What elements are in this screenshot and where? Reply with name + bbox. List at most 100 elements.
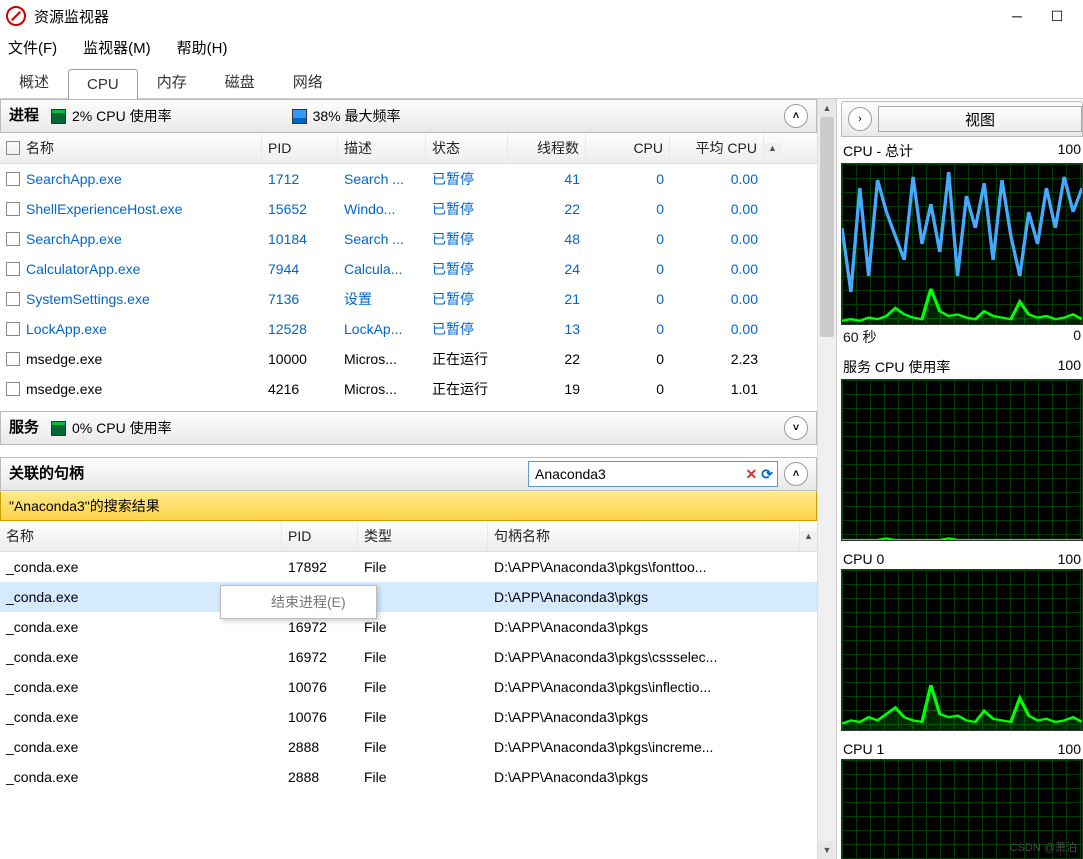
proc-desc: Windo... [338,197,426,221]
tab-memory[interactable]: 内存 [138,64,206,98]
table-row[interactable]: _conda.exe 2888 File D:\APP\Anaconda3\pk… [0,762,817,792]
table-row[interactable]: _conda.exe 17892 File D:\APP\Anaconda3\p… [0,552,817,582]
row-checkbox[interactable] [6,202,20,216]
handle-scroll-up[interactable]: ▲ [800,531,817,541]
clear-search-icon[interactable]: ✕ [746,458,758,490]
app-icon [6,6,26,26]
proc-name: msedge.exe [26,381,102,397]
row-checkbox[interactable] [6,172,20,186]
col-avg-cpu[interactable]: 平均 CPU [670,134,764,162]
table-row[interactable]: SystemSettings.exe 7136 设置 已暂停 21 0 0.00 [0,284,817,314]
proc-name: msedge.exe [26,351,102,367]
proc-avg: 0.00 [670,167,764,191]
proc-desc: Search ... [338,227,426,251]
col-threads[interactable]: 线程数 [508,134,586,162]
proc-threads: 24 [508,257,586,281]
proc-threads: 41 [508,167,586,191]
collapse-processes-button[interactable]: ˄ [784,104,808,128]
col-status[interactable]: 状态 [426,134,508,162]
title-bar: 资源监视器 ─ ☐ [0,0,1083,32]
scroll-up-icon[interactable]: ▲ [818,99,836,117]
table-row[interactable]: ShellExperienceHost.exe 15652 Windo... 已… [0,194,817,224]
col-cpu[interactable]: CPU [586,136,670,160]
handle-type: File [358,555,488,579]
proc-status: 正在运行 [426,345,508,373]
handles-header[interactable]: 关联的句柄 ✕ ⟳ ˄ [0,457,817,491]
table-row[interactable]: SearchApp.exe 1712 Search ... 已暂停 41 0 0… [0,164,817,194]
row-checkbox[interactable] [6,382,20,396]
chart-max: 100 [1058,741,1081,757]
proc-threads: 19 [508,377,586,401]
row-checkbox[interactable] [6,322,20,336]
proc-status: 已暂停 [426,285,508,313]
services-header[interactable]: 服务 0% CPU 使用率 ˅ [0,411,817,445]
col-pid[interactable]: PID [262,136,338,160]
table-row[interactable]: msedge.exe 10000 Micros... 正在运行 22 0 2.2… [0,344,817,374]
menu-monitor[interactable]: 监视器(M) [77,35,157,60]
proc-cpu: 0 [586,317,670,341]
handle-path: D:\APP\Anaconda3\pkgs [488,615,800,639]
row-checkbox[interactable] [6,352,20,366]
table-row[interactable]: _conda.exe 2888 File D:\APP\Anaconda3\pk… [0,732,817,762]
row-checkbox[interactable] [6,262,20,276]
tab-overview[interactable]: 概述 [0,64,68,98]
tab-cpu[interactable]: CPU [68,69,138,99]
proc-cpu: 0 [586,287,670,311]
hcol-type[interactable]: 类型 [358,522,488,550]
left-scrollbar[interactable]: ▲ ▼ [817,99,836,859]
hcol-handle[interactable]: 句柄名称 [488,522,800,550]
menu-help[interactable]: 帮助(H) [171,35,234,60]
handle-name: _conda.exe [0,735,282,759]
menu-file[interactable]: 文件(F) [2,35,63,60]
end-process-item[interactable]: 结束进程(E) [271,594,346,610]
handle-path: D:\APP\Anaconda3\pkgs\increme... [488,735,800,759]
view-collapse-button[interactable]: › [848,107,872,131]
hcol-pid[interactable]: PID [282,524,358,548]
processes-header[interactable]: 进程 2% CPU 使用率 38% 最大频率 ˄ [0,99,817,133]
tab-network[interactable]: 网络 [274,64,342,98]
table-row[interactable]: SearchApp.exe 10184 Search ... 已暂停 48 0 … [0,224,817,254]
table-row[interactable]: _conda.exe 16972 File D:\APP\Anaconda3\p… [0,612,817,642]
col-desc[interactable]: 描述 [338,134,426,162]
maximize-button[interactable]: ☐ [1037,2,1077,30]
proc-threads: 48 [508,227,586,251]
row-checkbox[interactable] [6,232,20,246]
proc-cpu: 0 [586,197,670,221]
view-button[interactable]: 视图 [878,106,1082,132]
col-name[interactable]: 名称 [26,138,54,158]
processes-body: SearchApp.exe 1712 Search ... 已暂停 41 0 0… [0,164,817,405]
handle-type: File [358,735,488,759]
proc-cpu: 0 [586,257,670,281]
handles-search-input[interactable] [533,465,742,483]
context-menu[interactable]: 结束进程(E) [220,585,377,619]
table-row[interactable]: _conda.exe 10076 File D:\APP\Anaconda3\p… [0,702,817,732]
table-row[interactable]: _conda.exe 16972 File D:\APP\Anaconda3\p… [0,642,817,672]
handle-type: File [358,615,488,639]
minimize-button[interactable]: ─ [997,2,1037,30]
chart-name: 服务 CPU 使用率 [843,357,950,377]
select-all-checkbox[interactable] [6,141,20,155]
expand-services-button[interactable]: ˅ [784,416,808,440]
table-row[interactable]: msedge.exe 4216 Micros... 正在运行 19 0 1.01 [0,374,817,404]
proc-status: 已暂停 [426,165,508,193]
chart-canvas [841,569,1083,731]
search-icon[interactable]: ⟳ [761,458,773,490]
menu-bar: 文件(F) 监视器(M) 帮助(H) [0,32,1083,62]
row-checkbox[interactable] [6,292,20,306]
processes-title: 进程 [9,100,39,132]
proc-status: 已暂停 [426,225,508,253]
table-row[interactable]: CalculatorApp.exe 7944 Calcula... 已暂停 24… [0,254,817,284]
hcol-name[interactable]: 名称 [0,522,282,550]
max-freq-icon [292,109,307,124]
proc-desc: Micros... [338,347,426,371]
proc-scroll-up[interactable]: ▲ [764,143,781,153]
table-row[interactable]: _conda.exe D:\APP\Anaconda3\pkgs [0,582,817,612]
scroll-thumb[interactable] [820,117,834,337]
scroll-down-icon[interactable]: ▼ [818,841,836,859]
svc-cpu-icon [51,421,66,436]
collapse-handles-button[interactable]: ˄ [784,462,808,486]
tab-disk[interactable]: 磁盘 [206,64,274,98]
proc-pid: 7136 [262,287,338,311]
table-row[interactable]: _conda.exe 10076 File D:\APP\Anaconda3\p… [0,672,817,702]
table-row[interactable]: LockApp.exe 12528 LockAp... 已暂停 13 0 0.0… [0,314,817,344]
